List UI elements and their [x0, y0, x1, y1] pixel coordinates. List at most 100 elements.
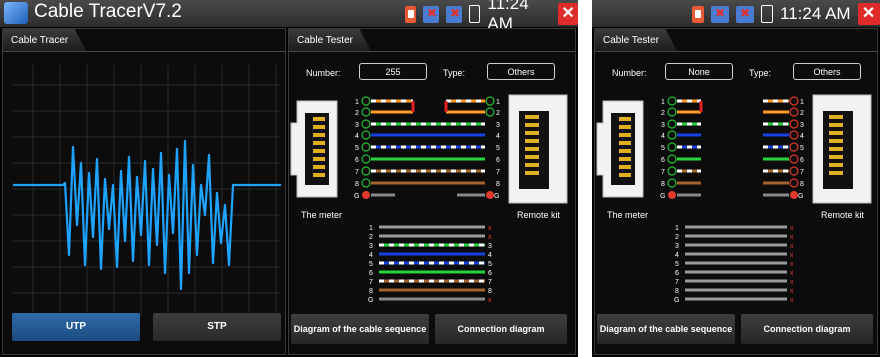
meter-label: The meter [301, 210, 343, 220]
stp-button[interactable]: STP [153, 313, 281, 341]
svg-text:2: 2 [369, 234, 373, 241]
svg-text:6: 6 [355, 157, 359, 164]
sd-card-icon [405, 5, 416, 23]
svg-text:8: 8 [675, 288, 679, 295]
svg-text:2: 2 [355, 110, 359, 117]
svg-text:7: 7 [488, 279, 492, 286]
svg-text:1: 1 [355, 99, 359, 106]
svg-text:G: G [368, 297, 373, 304]
tab-cable-tracer[interactable]: Cable Tracer [3, 29, 87, 51]
svg-text:x: x [488, 225, 492, 232]
type-label: Type: [749, 68, 772, 78]
svg-text:3: 3 [661, 122, 665, 129]
svg-text:2: 2 [675, 234, 679, 241]
meter-connector-icon [290, 100, 338, 198]
svg-text:x: x [790, 270, 794, 277]
svg-text:G: G [660, 193, 665, 200]
svg-text:x: x [790, 234, 794, 241]
battery-icon [761, 5, 773, 23]
connection-diagram-button[interactable]: Connection diagram [435, 314, 567, 344]
close-icon[interactable]: ✕ [558, 3, 578, 25]
svg-text:5: 5 [369, 261, 373, 268]
utp-button[interactable]: UTP [12, 313, 140, 341]
cable-sequence-button[interactable]: Diagram of the cable sequence [291, 314, 429, 344]
svg-text:2: 2 [661, 110, 665, 117]
tab-cable-tester[interactable]: Cable Tester [289, 29, 371, 51]
cable-sequence-button[interactable]: Diagram of the cable sequence [597, 314, 735, 344]
wiring-diagram: 1 2 3 4 5 6 7 8 G 1 2 3 4 5 6 7 8 G [290, 94, 568, 204]
cable-tester-panel: Cable Tester Number: 255 Type: Others 1 … [288, 28, 576, 355]
svg-text:4: 4 [800, 133, 804, 140]
svg-text:G: G [354, 193, 359, 200]
svg-text:3: 3 [800, 122, 804, 129]
svg-text:4: 4 [675, 252, 679, 259]
meter-label: The meter [607, 210, 649, 220]
number-label: Number: [612, 68, 647, 78]
number-label: Number: [306, 68, 341, 78]
number-value: 255 [359, 63, 427, 80]
sd-card-icon [692, 5, 704, 23]
battery-icon [469, 5, 481, 23]
tab-cable-tester[interactable]: Cable Tester [595, 29, 677, 51]
remote-connector-icon [508, 94, 568, 204]
svg-text:G: G [674, 297, 679, 304]
svg-text:G: G [798, 193, 803, 200]
svg-text:5: 5 [488, 261, 492, 268]
svg-text:2: 2 [496, 110, 500, 117]
connection-diagram-button[interactable]: Connection diagram [741, 314, 873, 344]
type-value: Others [487, 63, 555, 80]
svg-text:G: G [494, 193, 499, 200]
svg-text:6: 6 [488, 270, 492, 277]
meter-connector-icon [596, 100, 644, 198]
remote-label: Remote kit [517, 210, 561, 220]
svg-text:6: 6 [800, 157, 804, 164]
cable-sequence-diagram: 12345678G 345678 xxx [368, 225, 492, 304]
close-icon[interactable]: ✕ [857, 3, 880, 25]
type-label: Type: [443, 68, 466, 78]
svg-text:8: 8 [369, 288, 373, 295]
app-title: Cable TracerV7.2 [34, 1, 182, 22]
svg-text:x: x [790, 261, 794, 268]
cable-tracer-panel: Cable Tracer UTP STP [2, 28, 286, 355]
screen-cable-tracer: Cable TracerV7.2 11:24 AM ✕ Cable Tracer [0, 0, 578, 357]
usb-icon [422, 5, 440, 23]
type-value: Others [793, 63, 861, 80]
svg-text:3: 3 [496, 122, 500, 129]
svg-text:7: 7 [496, 169, 500, 176]
svg-text:1: 1 [800, 99, 804, 106]
usb-icon [711, 5, 729, 23]
tracer-waveform-chart [13, 65, 281, 317]
svg-text:2: 2 [800, 110, 804, 117]
svg-text:6: 6 [369, 270, 373, 277]
svg-text:3: 3 [675, 243, 679, 250]
svg-text:7: 7 [355, 169, 359, 176]
svg-text:4: 4 [488, 252, 492, 259]
usb-icon [736, 5, 754, 23]
svg-text:3: 3 [369, 243, 373, 250]
remote-connector-icon [812, 94, 872, 204]
remote-label: Remote kit [821, 210, 865, 220]
svg-text:7: 7 [800, 169, 804, 176]
status-bar: Cable TracerV7.2 11:24 AM ✕ [0, 0, 578, 33]
svg-text:1: 1 [675, 225, 679, 232]
svg-text:8: 8 [488, 288, 492, 295]
svg-text:1: 1 [661, 99, 665, 106]
svg-text:x: x [488, 297, 492, 304]
svg-text:5: 5 [496, 145, 500, 152]
svg-text:x: x [790, 279, 794, 286]
svg-text:x: x [790, 252, 794, 259]
svg-text:4: 4 [496, 133, 500, 140]
svg-text:8: 8 [355, 181, 359, 188]
cable-sequence-diagram: 12345678G xxxxxxxxx [674, 225, 794, 304]
svg-text:8: 8 [496, 181, 500, 188]
number-value: None [665, 63, 733, 80]
usb-icon [446, 5, 463, 23]
svg-text:5: 5 [800, 145, 804, 152]
svg-text:1: 1 [496, 99, 500, 106]
svg-text:5: 5 [675, 261, 679, 268]
svg-text:7: 7 [661, 169, 665, 176]
svg-text:8: 8 [661, 181, 665, 188]
svg-text:7: 7 [675, 279, 679, 286]
wiring-diagram: 1 2 3 4 5 6 7 8 G 1 2 3 4 5 6 7 8 G [596, 94, 872, 204]
svg-text:3: 3 [355, 122, 359, 129]
